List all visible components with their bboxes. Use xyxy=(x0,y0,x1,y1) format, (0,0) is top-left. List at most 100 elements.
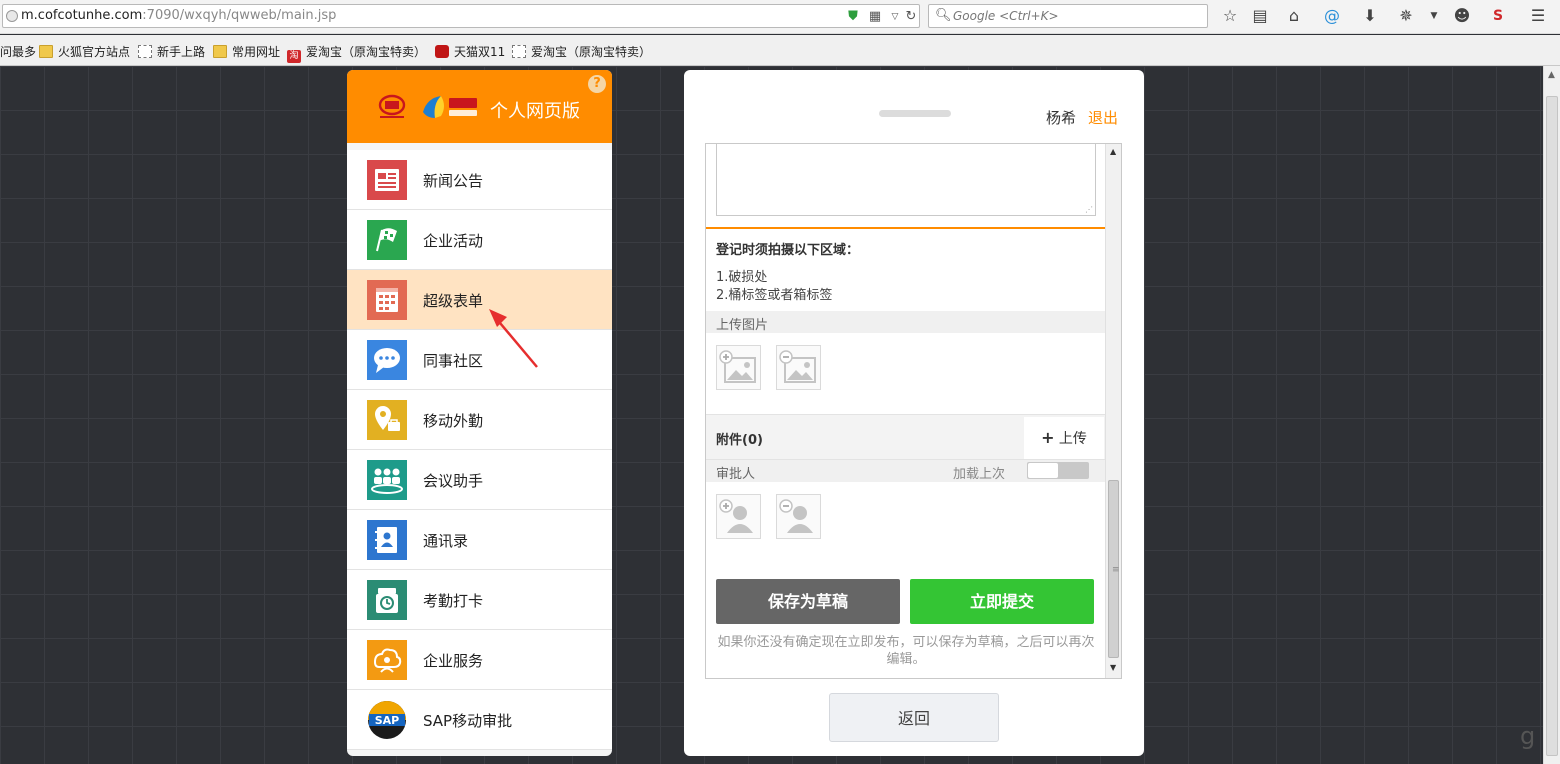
remove-approver-button[interactable] xyxy=(776,494,821,539)
bookmark-3[interactable]: 常用网址 xyxy=(213,43,280,60)
resize-handle-icon[interactable]: ⋰ xyxy=(1085,205,1093,214)
form-panel: 杨希 退出 ⋰ 登记时须拍摄以下区域： 1.破损处 2.桶标签或者箱标签 上传图… xyxy=(684,70,1144,756)
form-scrollbar-thumb[interactable]: ≡ xyxy=(1108,480,1120,658)
url-bar[interactable]: m.cofcotunhe.com:7090/wxqyh/qwweb/main.j… xyxy=(2,4,920,28)
add-approver-button[interactable] xyxy=(716,494,761,539)
page-icon xyxy=(138,45,152,58)
menu-item-field-work[interactable]: 移动外勤 xyxy=(347,390,612,450)
remove-image-button[interactable] xyxy=(776,345,821,390)
bookmark-5[interactable]: 天猫双11 xyxy=(435,43,505,60)
menu-item-meeting[interactable]: 会议助手 xyxy=(347,450,612,510)
menu-item-attendance[interactable]: 考勤打卡 xyxy=(347,570,612,630)
shield-icon[interactable]: ⛊ xyxy=(845,9,861,25)
user-name: 杨希 xyxy=(1046,109,1077,127)
menu-item-activities[interactable]: 企业活动 xyxy=(347,210,612,270)
bookmark-4[interactable]: 淘爱淘宝（原淘宝特卖） xyxy=(287,43,426,63)
page-icon xyxy=(512,45,526,58)
url-path: :7090/wxqyh/qwweb/main.jsp xyxy=(142,8,337,23)
page-scrollbar[interactable]: ▲ xyxy=(1543,66,1560,764)
globe-icon xyxy=(6,10,18,22)
home-icon[interactable]: ⌂ xyxy=(1282,5,1306,27)
remove-image-icon xyxy=(779,350,816,383)
form-scrollbar[interactable]: ▲ ≡ ▼ xyxy=(1105,144,1121,678)
attachments-bar: 附件(0) + 上传 xyxy=(706,414,1105,460)
watermark-text: g xyxy=(1520,722,1536,750)
zhongliang-logo xyxy=(423,96,477,118)
logout-link[interactable]: 退出 xyxy=(1088,107,1118,128)
bookmark-1[interactable]: 火狐官方站点 xyxy=(39,43,130,60)
scroll-down-icon[interactable]: ▼ xyxy=(1110,663,1116,672)
add-image-button[interactable] xyxy=(716,345,761,390)
menu-item-community[interactable]: 同事社区 xyxy=(347,330,612,390)
svg-text:SAP: SAP xyxy=(375,714,400,727)
addon-icon[interactable]: ✵ xyxy=(1394,5,1418,27)
bookmark-2[interactable]: 新手上路 xyxy=(138,43,205,60)
email-at-icon[interactable]: @ xyxy=(1320,5,1344,27)
section-divider xyxy=(706,227,1105,229)
menu-item-label: 会议助手 xyxy=(423,472,484,490)
plus-icon: + xyxy=(1041,428,1055,447)
upload-attachment-button[interactable]: + 上传 xyxy=(1024,417,1104,459)
menu-hamburger-icon[interactable]: ☰ xyxy=(1526,5,1550,27)
menu-item-contacts[interactable]: 通讯录 xyxy=(347,510,612,570)
save-draft-button[interactable]: 保存为草稿 xyxy=(716,579,900,624)
form-frame: ⋰ 登记时须拍摄以下区域： 1.破损处 2.桶标签或者箱标签 上传图片 附件(0… xyxy=(705,143,1122,679)
photo-instruction-title: 登记时须拍摄以下区域： xyxy=(716,243,860,258)
menu-item-news[interactable]: 新闻公告 xyxy=(347,150,612,210)
qr-code-icon[interactable]: ▦ xyxy=(867,9,883,25)
bookmarks-list-icon[interactable]: ▤ xyxy=(1248,5,1272,27)
photo-instruction-item: 2.桶标签或者箱标签 xyxy=(716,288,833,303)
dropdown-icon[interactable]: ▽ xyxy=(887,9,903,25)
clock-icon xyxy=(367,580,407,620)
remark-textarea[interactable]: ⋰ xyxy=(716,144,1096,216)
bookmarks-bar: 问最多 火狐官方站点 新手上路 常用网址 淘爱淘宝（原淘宝特卖） 天猫双11 爱… xyxy=(0,35,1560,66)
bookmark-star-icon[interactable]: ☆ xyxy=(1218,5,1242,27)
submit-button[interactable]: 立即提交 xyxy=(910,579,1094,624)
folder-icon xyxy=(39,45,53,58)
annotation-arrow-icon xyxy=(489,309,538,368)
menu-item-sap-approval[interactable]: SAP SAP移动审批 xyxy=(347,690,612,750)
tmall-icon xyxy=(435,45,449,58)
menu-item-label: 新闻公告 xyxy=(423,172,484,190)
upload-images-header: 上传图片 xyxy=(706,311,1105,333)
approver-header: 审批人 加载上次 xyxy=(706,460,1105,482)
contacts-icon xyxy=(367,520,407,560)
draft-hint-text: 如果你还没有确定现在立即发布，可以保存为草稿，之后可以再次编辑。 xyxy=(717,635,1095,667)
main-menu: 新闻公告 企业活动 超级表单 同事社区 移动外勤 会议助手 通讯录 考勤打卡 企… xyxy=(347,150,612,750)
menu-item-enterprise-service[interactable]: 企业服务 xyxy=(347,630,612,690)
location-icon xyxy=(367,400,407,440)
url-text[interactable]: m.cofcotunhe.com:7090/wxqyh/qwweb/main.j… xyxy=(21,8,336,23)
photo-instruction-item: 1.破损处 xyxy=(716,270,768,285)
browser-navbar: m.cofcotunhe.com:7090/wxqyh/qwweb/main.j… xyxy=(0,0,1560,34)
scroll-up-icon[interactable]: ▲ xyxy=(1548,70,1555,80)
meeting-icon xyxy=(367,460,407,500)
scroll-up-icon[interactable]: ▲ xyxy=(1110,147,1116,156)
page-scrollbar-thumb[interactable] xyxy=(1546,96,1558,756)
menu-item-super-form[interactable]: 超级表单 xyxy=(347,270,612,330)
back-button[interactable]: 返回 xyxy=(829,693,999,742)
toggle-knob[interactable] xyxy=(1028,463,1058,478)
addon-dropdown-icon[interactable]: ▼ xyxy=(1422,5,1446,27)
load-last-toggle[interactable] xyxy=(1027,462,1089,479)
chat-bubble-icon[interactable]: ☻ xyxy=(1450,5,1474,27)
download-icon[interactable]: ⬇ xyxy=(1358,5,1382,27)
attachments-label: 附件(0) xyxy=(716,433,763,448)
taobao-icon: 淘 xyxy=(287,50,301,63)
bookmark-0[interactable]: 问最多 xyxy=(0,43,36,60)
left-menu-panel: ? 个人网页版 新闻公告 企业活动 超级表单 同事社区 移动外勤 会议助手 通讯… xyxy=(347,70,612,756)
upload-label: 上传 xyxy=(1058,431,1087,447)
speaker-pill xyxy=(879,110,951,117)
menu-item-label: 通讯录 xyxy=(423,532,469,550)
add-image-icon xyxy=(719,350,756,383)
sogou-icon[interactable]: S xyxy=(1486,5,1510,27)
search-box[interactable]: 🔍︎ Google <Ctrl+K> xyxy=(928,4,1208,28)
app-title: 个人网页版 xyxy=(490,101,580,122)
form-icon xyxy=(367,280,407,320)
menu-item-label: 考勤打卡 xyxy=(423,592,484,610)
flag-icon xyxy=(367,220,407,260)
remove-person-icon xyxy=(779,499,813,533)
help-icon[interactable]: ? xyxy=(588,75,606,93)
bookmark-6[interactable]: 爱淘宝（原淘宝特卖） xyxy=(512,43,651,60)
reload-icon[interactable]: ↻ xyxy=(903,9,919,25)
menu-item-label: 同事社区 xyxy=(423,352,484,370)
